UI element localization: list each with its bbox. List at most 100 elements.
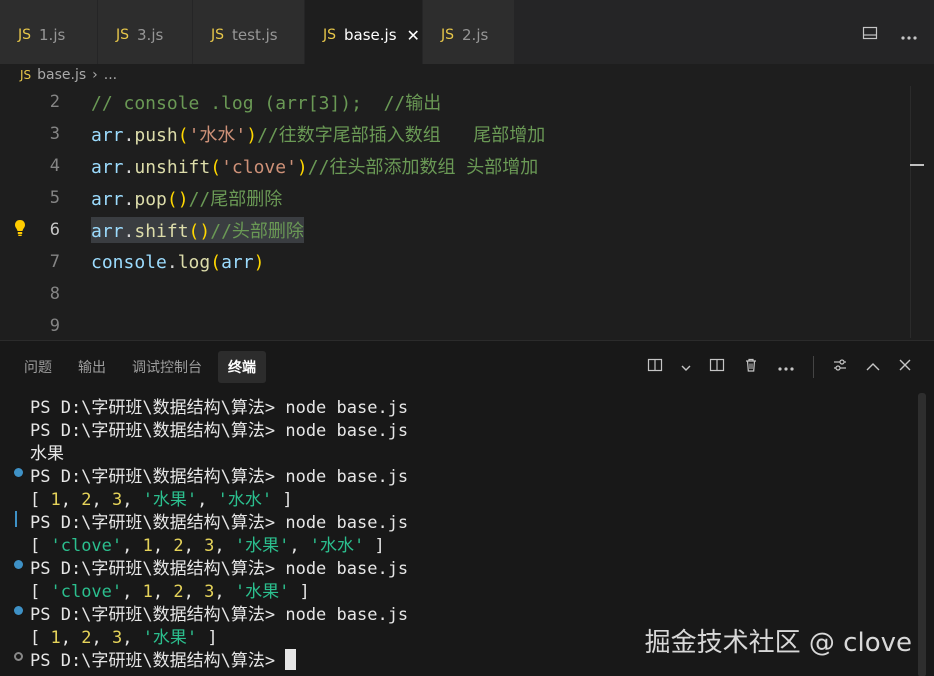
terminal-line: PS D:\字研班\数据结构\算法> node base.js	[30, 398, 409, 418]
command-marker	[15, 511, 17, 527]
terminal-line: PS D:\字研班\数据结构\算法> node base.js	[30, 605, 409, 625]
trash-icon[interactable]	[743, 357, 759, 378]
token-variable: arr	[91, 125, 124, 146]
terminal-cursor	[285, 649, 297, 670]
divider	[813, 356, 814, 378]
line-number: 3	[49, 124, 60, 144]
lightbulb-icon[interactable]	[14, 219, 26, 241]
command-success-dot[interactable]	[14, 606, 23, 615]
close-icon[interactable]	[898, 357, 912, 377]
tab-1-js[interactable]: JS 1.js	[0, 0, 98, 70]
tab-2-js[interactable]: JS 2.js	[423, 0, 515, 70]
token-function: push	[134, 125, 178, 146]
overview-ruler-marker	[910, 164, 924, 166]
javascript-file-icon: JS	[116, 27, 130, 43]
line-number: 2	[49, 92, 60, 112]
token-variable: arr	[91, 221, 124, 242]
terminal-line: PS D:\字研班\数据结构\算法> node base.js	[30, 513, 409, 533]
comment: //尾部删除	[188, 189, 283, 210]
token-dot: .	[123, 221, 135, 242]
code-content: arr.pop()//尾部删除	[91, 185, 282, 211]
terminal-output: [ 1, 2, 3, '水果' ]	[30, 628, 218, 648]
comment: //往数字尾部插入数组 尾部增加	[257, 125, 546, 146]
javascript-file-icon: JS	[323, 27, 337, 43]
tab-label: 1.js	[39, 26, 66, 44]
split-terminal-icon[interactable]	[647, 357, 663, 378]
token-bracket: ()	[166, 189, 189, 210]
code-line: 8	[0, 278, 910, 310]
comment: //头部删除	[210, 221, 304, 242]
close-icon[interactable]: ✕	[407, 26, 420, 45]
tab-problems[interactable]: 问题	[14, 351, 62, 383]
token-function: log	[177, 251, 211, 273]
javascript-file-icon: JS	[211, 27, 225, 43]
command-success-dot[interactable]	[14, 468, 23, 477]
prompt-text: PS D:\字研班\数据结构\算法>	[30, 651, 286, 671]
customize-layout-icon[interactable]	[832, 357, 848, 378]
tab-label: 2.js	[462, 26, 489, 44]
tab-output[interactable]: 输出	[68, 351, 116, 383]
terminal-output: [ 'clove', 1, 2, 3, '水果', '水水' ]	[30, 536, 385, 556]
tab-label: test.js	[232, 26, 278, 44]
tab-debug-console[interactable]: 调试控制台	[122, 351, 212, 383]
line-number: 7	[49, 252, 60, 272]
token-dot: .	[123, 189, 135, 210]
tab-base-js[interactable]: JS base.js ✕	[305, 0, 423, 70]
chevron-down-icon[interactable]	[681, 357, 691, 377]
token-bracket: ()	[188, 221, 211, 242]
tab-test-js[interactable]: JS test.js	[193, 0, 305, 70]
more-actions-icon[interactable]	[900, 25, 918, 46]
line-number: 4	[49, 156, 60, 176]
maximize-panel-icon[interactable]	[866, 357, 880, 377]
token-variable: arr	[91, 157, 124, 178]
tab-label: base.js	[344, 26, 397, 44]
terminal-output: [ 'clove', 1, 2, 3, '水果' ]	[30, 582, 310, 602]
tab-terminal[interactable]: 终端	[218, 351, 266, 383]
line-number: 5	[49, 188, 60, 208]
javascript-file-icon: JS	[18, 27, 32, 43]
javascript-file-icon: JS	[441, 27, 455, 43]
token-bracket: )	[296, 157, 308, 178]
token-variable: arr	[221, 251, 254, 273]
token-bracket: (	[177, 125, 189, 146]
terminal-output: 水果	[30, 444, 64, 464]
code-line: 5 arr.pop()//尾部删除	[0, 182, 910, 214]
terminal-line: PS D:\字研班\数据结构\算法> node base.js	[30, 559, 409, 579]
command-success-dot[interactable]	[14, 560, 23, 569]
tab-3-js[interactable]: JS 3.js	[98, 0, 193, 70]
token-dot: .	[166, 251, 178, 273]
code-line: 4 arr.unshift('clove')//往头部添加数组 头部增加	[0, 150, 910, 182]
token-function: pop	[134, 189, 167, 210]
line-number: 9	[49, 316, 60, 336]
comment: // console .log (arr[3]); //输出	[91, 93, 442, 114]
code-line: 7 console.log(arr)	[0, 246, 910, 278]
more-actions-icon[interactable]	[777, 357, 795, 377]
editor-tab-bar: JS 1.js JS 3.js JS test.js JS base.js ✕ …	[0, 0, 934, 70]
token-function: unshift	[134, 157, 211, 178]
breadcrumb-more[interactable]: ...	[104, 67, 117, 83]
terminal-scrollbar[interactable]	[918, 393, 926, 676]
command-pending-dot[interactable]	[14, 652, 23, 661]
code-content: // console .log (arr[3]); //输出	[91, 89, 441, 115]
token-string: '水水'	[188, 125, 247, 146]
split-editor-icon[interactable]	[862, 25, 878, 46]
breadcrumb-file[interactable]: base.js	[37, 67, 86, 83]
split-panel-icon[interactable]	[709, 357, 725, 378]
code-content: arr.unshift('clove')//往头部添加数组 头部增加	[91, 153, 538, 179]
code-editor[interactable]: 2 // console .log (arr[3]); //输出 3 arr.p…	[0, 86, 934, 338]
code-content: console.log(arr)	[91, 252, 264, 273]
token-bracket: (	[210, 157, 222, 178]
token-variable: console	[91, 251, 167, 273]
terminal-line: PS D:\字研班\数据结构\算法> node base.js	[30, 467, 409, 487]
terminal-output: [ 1, 2, 3, '水果', '水水' ]	[30, 490, 293, 510]
editor-actions	[862, 0, 918, 70]
code-line: 2 // console .log (arr[3]); //输出	[0, 86, 910, 118]
watermark: 掘金技术社区 @ clove	[644, 628, 912, 658]
editor-scrollbar[interactable]	[910, 86, 934, 338]
code-line: 3 arr.push('水水')//往数字尾部插入数组 尾部增加	[0, 118, 910, 150]
token-string: 'clove'	[221, 157, 297, 178]
comment: //往头部添加数组 头部增加	[307, 157, 539, 178]
code-content: arr.push('水水')//往数字尾部插入数组 尾部增加	[91, 121, 545, 147]
panel-actions	[647, 341, 912, 393]
breadcrumb-separator: ›	[92, 67, 98, 83]
